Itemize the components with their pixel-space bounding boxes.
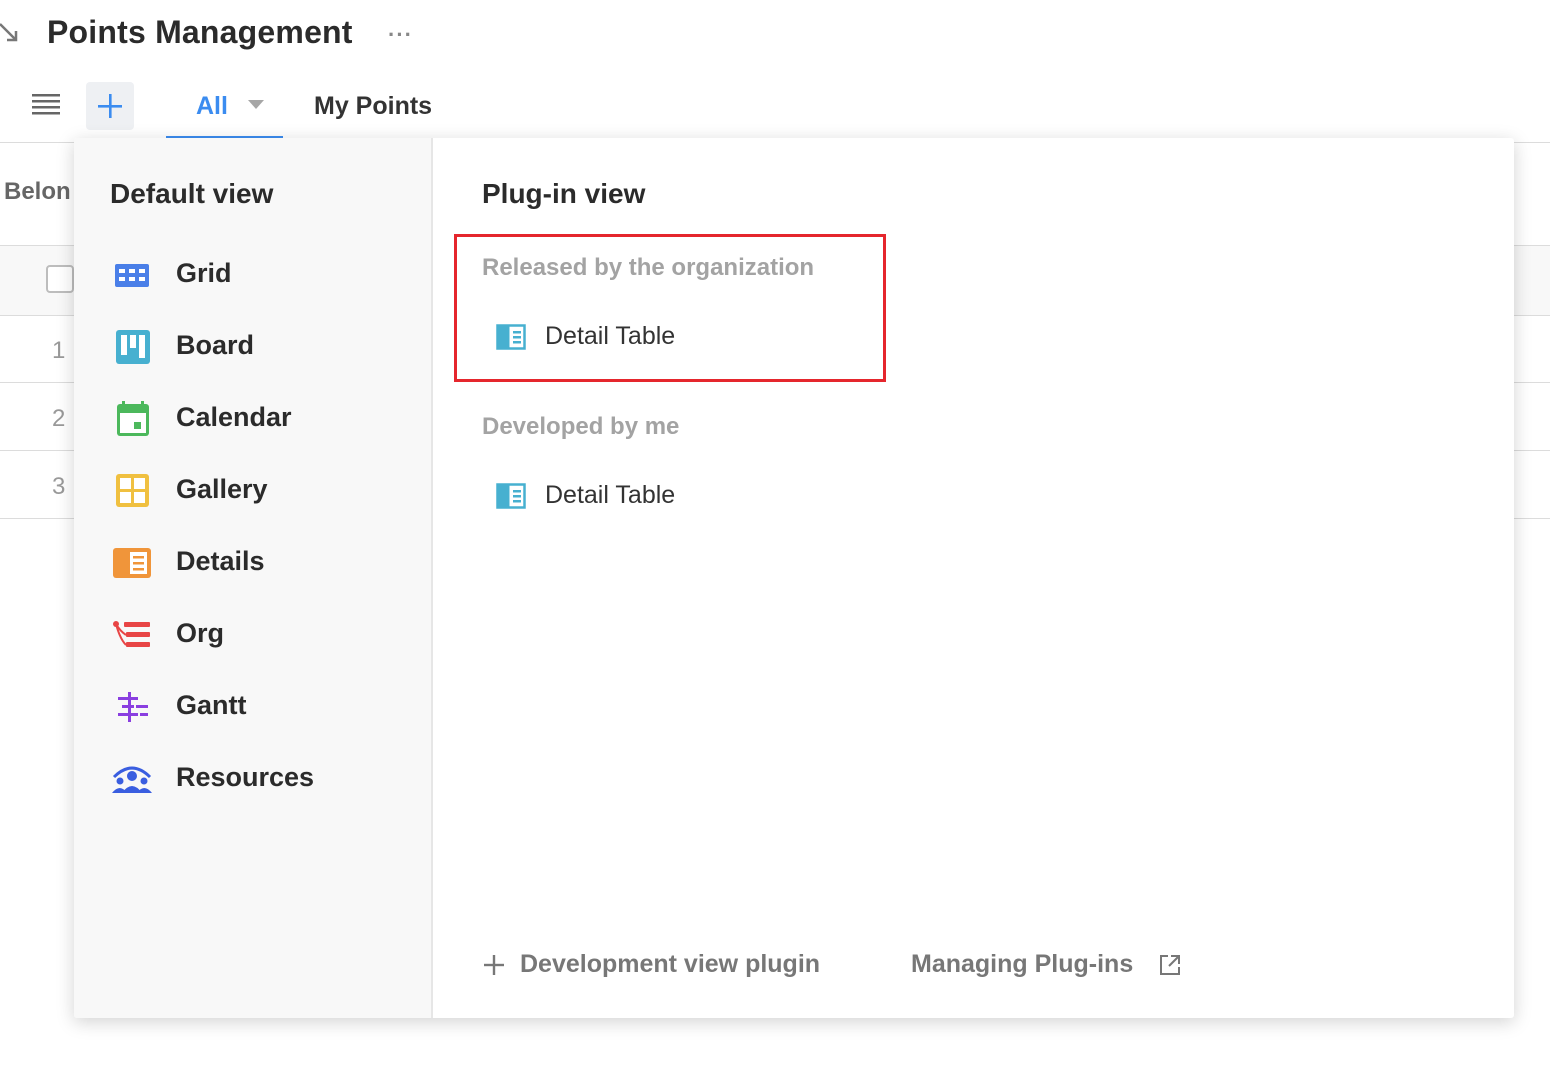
app-header: Points Management ··· — [0, 0, 1550, 70]
managing-plugins-link[interactable]: Managing Plug-ins — [911, 950, 1133, 979]
row-number: 1 — [52, 337, 66, 364]
plus-icon[interactable] — [482, 953, 506, 977]
plus-icon — [98, 94, 122, 118]
add-view-button[interactable] — [86, 82, 134, 130]
calendar-icon — [117, 401, 149, 436]
external-link-icon[interactable] — [1158, 953, 1182, 977]
select-all-checkbox[interactable] — [46, 265, 74, 293]
view-item-grid[interactable]: Grid — [110, 252, 410, 298]
default-view-column: Default view Grid Board Calendar Gallery… — [74, 138, 433, 1018]
view-item-label: Details — [176, 546, 265, 576]
development-view-plugin-link[interactable]: Development view plugin — [520, 950, 820, 979]
tab-my-points[interactable]: My Points — [314, 92, 432, 121]
tab-all-label: All — [196, 92, 228, 120]
plugin-item-detail-table[interactable]: Detail Table — [496, 479, 796, 519]
board-icon — [116, 330, 150, 364]
group-label-developed: Developed by me — [482, 413, 680, 440]
view-list-icon[interactable] — [32, 92, 60, 116]
tab-all[interactable]: All — [166, 82, 283, 138]
row-number: 3 — [52, 473, 66, 500]
gantt-icon — [118, 692, 148, 722]
more-options-icon[interactable]: ··· — [388, 22, 413, 48]
details-icon — [113, 548, 151, 578]
view-item-label: Resources — [176, 762, 315, 792]
view-item-label: Gallery — [176, 474, 268, 504]
view-item-label: Calendar — [176, 402, 292, 432]
view-item-board[interactable]: Board — [110, 324, 410, 370]
chevron-down-icon[interactable] — [248, 100, 264, 109]
view-item-label: Org — [176, 618, 225, 648]
org-icon — [113, 621, 150, 647]
row-number: 2 — [52, 405, 66, 432]
default-view-title: Default view — [110, 178, 274, 209]
view-item-calendar[interactable]: Calendar — [110, 396, 410, 442]
group-label-released: Released by the organization — [482, 254, 815, 281]
plugin-item-detail-table[interactable]: Detail Table — [496, 320, 796, 360]
view-item-label: Gantt — [176, 690, 247, 720]
view-item-gallery[interactable]: Gallery — [110, 468, 410, 514]
view-item-label: Grid — [176, 258, 232, 288]
grid-icon — [115, 264, 149, 287]
detail-table-icon — [496, 324, 526, 350]
gallery-icon — [116, 474, 149, 507]
plugin-view-column: Plug-in view Released by the organizatio… — [433, 138, 1514, 1018]
expand-icon[interactable] — [0, 22, 20, 44]
plugin-item-label: Detail Table — [545, 481, 676, 509]
view-item-details[interactable]: Details — [110, 540, 410, 586]
page-title: Points Management — [47, 14, 353, 50]
plugin-item-label: Detail Table — [545, 322, 676, 350]
view-item-resources[interactable]: Resources — [110, 756, 410, 802]
view-item-org[interactable]: Org — [110, 612, 410, 658]
resources-icon — [112, 766, 152, 793]
column-header[interactable]: Belon — [4, 178, 71, 206]
add-view-dropdown: Default view Grid Board Calendar Gallery… — [74, 138, 1514, 1018]
view-item-label: Board — [176, 330, 255, 360]
plugin-view-title: Plug-in view — [482, 178, 646, 209]
view-item-gantt[interactable]: Gantt — [110, 684, 410, 730]
detail-table-icon — [496, 483, 526, 509]
